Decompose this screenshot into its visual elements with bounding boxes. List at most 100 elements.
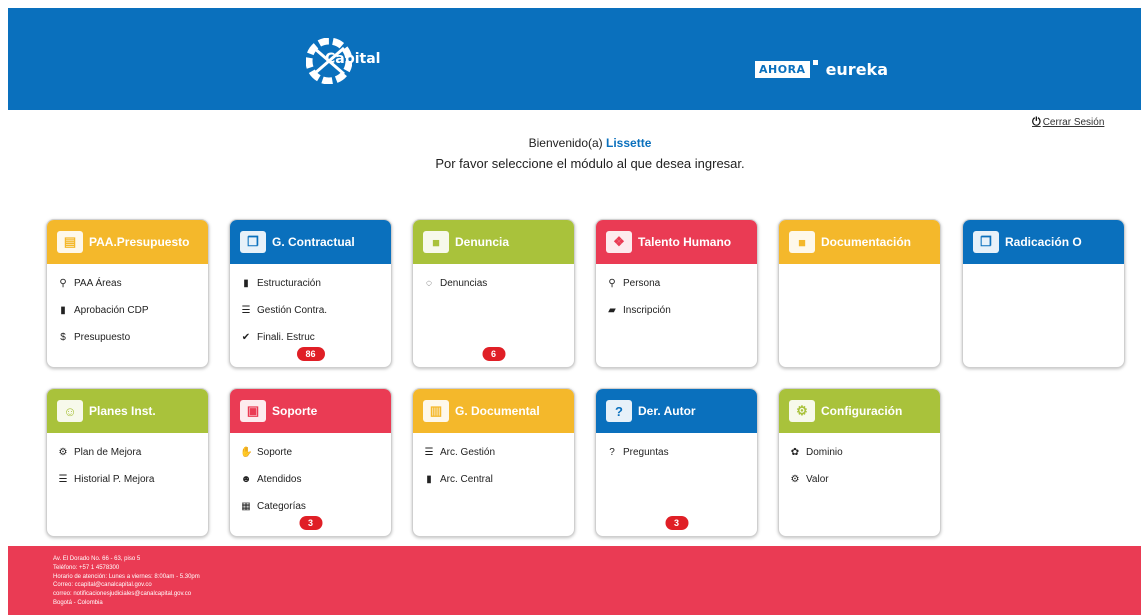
footer: Av. El Dorado No. 66 - 63, piso 5 Teléfo… (8, 546, 1141, 615)
people-icon: ☺ (57, 400, 83, 422)
question-bubble-icon: ? (606, 400, 632, 422)
module-card[interactable]: ■ Documentación (778, 219, 941, 368)
eureka-logo[interactable]: AHORA eureka (755, 60, 888, 79)
module-menu-item[interactable]: ✿ Dominio (789, 439, 930, 466)
list-icon: ☰ (241, 305, 251, 316)
module-card[interactable]: ⚙ Configuración ✿ Dominio ⚙ Valor (778, 388, 941, 537)
module-title: Soporte (272, 404, 318, 418)
module-card-body: ⚙ Plan de Mejora ☰ Historial P. Mejora (47, 433, 208, 499)
capital-logo[interactable]: Capital (305, 37, 380, 85)
module-menu-item[interactable]: ▰ Inscripción (606, 297, 747, 324)
module-card-header[interactable]: ■ Denuncia (413, 220, 574, 264)
module-card-body: ◌ Denuncias (413, 264, 574, 303)
module-menu-item[interactable]: ⚲ PAA Áreas (57, 270, 198, 297)
module-menu-item-label: PAA Áreas (74, 278, 122, 289)
module-menu-item[interactable]: $ Presupuesto (57, 324, 198, 351)
dollar-icon: $ (60, 332, 66, 343)
module-card-body (963, 264, 1124, 276)
notification-badge: 3 (298, 516, 323, 530)
module-menu-item[interactable]: ☰ Arc. Gestión (423, 439, 564, 466)
notification-badge: 6 (481, 347, 506, 361)
module-menu-item[interactable]: ▮ Aprobación CDP (57, 297, 198, 324)
top-banner: Capital AHORA eureka (8, 8, 1141, 110)
module-card-header[interactable]: ❐ Radicación O (963, 220, 1124, 264)
check-icon: ✔ (241, 332, 251, 343)
module-menu-item-label: Plan de Mejora (74, 447, 142, 458)
question-icon: ? (609, 447, 615, 458)
module-menu-item-label: Preguntas (623, 447, 669, 458)
module-card-header[interactable]: ❐ G. Contractual (230, 220, 391, 264)
grid-icon: ▦ (241, 501, 251, 512)
footer-line: Horario de atención: Lunes a viernes: 8:… (53, 573, 200, 580)
module-title: Der. Autor (638, 404, 696, 418)
module-menu-item-label: Denuncias (440, 278, 488, 289)
module-menu-item-label: Historial P. Mejora (74, 474, 155, 485)
module-menu-item[interactable]: ⚙ Valor (789, 466, 930, 493)
instructions-text: Por favor seleccione el módulo al que de… (435, 156, 745, 171)
module-menu-item[interactable]: ☰ Gestión Contra. (240, 297, 381, 324)
cogs-icon: ⚙ (58, 447, 68, 458)
module-title: Talento Humano (638, 235, 732, 249)
file-icon: ▮ (426, 474, 432, 485)
module-menu-item[interactable]: ▮ Arc. Central (423, 466, 564, 493)
comment-icon: ◌ (426, 278, 432, 289)
module-menu-item-label: Estructuración (257, 278, 321, 289)
documents-icon: ❐ (240, 231, 266, 253)
user-name: Lissette (606, 136, 652, 150)
module-title: G. Documental (455, 404, 540, 418)
module-card[interactable]: ▥ G. Documental ☰ Arc. Gestión ▮ Arc. Central (412, 388, 575, 537)
module-card-header[interactable]: ? Der. Autor (596, 389, 757, 433)
module-menu-item-label: Soporte (257, 447, 293, 458)
module-menu-item[interactable]: ⚙ Plan de Mejora (57, 439, 198, 466)
module-card[interactable]: ▣ Soporte ✋ Soporte ☻ Atendidos ▦ Categorías 3 (229, 388, 392, 537)
list-icon: ☰ (58, 474, 68, 485)
module-menu-item-label: Categorías (257, 501, 306, 512)
ahora-label: AHORA (755, 61, 810, 78)
module-card[interactable]: ❐ G. Contractual ▮ Estructuración ☰ Gestión C… (229, 219, 392, 368)
footer-line: Teléfono: +57 1 4578300 (53, 564, 120, 571)
folder-icon: ■ (789, 231, 815, 253)
module-menu-item-label: Persona (623, 278, 661, 289)
module-card-header[interactable]: ▥ G. Documental (413, 389, 574, 433)
folder-icon: ■ (423, 231, 449, 253)
module-card[interactable]: ? Der. Autor? Preguntas 3 (595, 388, 758, 537)
documents-icon: ❐ (973, 231, 999, 253)
module-menu-item[interactable]: ☻ Atendidos (240, 466, 381, 493)
module-card[interactable]: ❐ Radicación O (962, 219, 1125, 368)
module-menu-item-label: Inscripción (623, 305, 671, 316)
module-card[interactable]: ▤ PAA.Presupuesto ⚲ PAA Áreas ▮ Aprobación CD… (46, 219, 209, 368)
module-card-header[interactable]: ⚙ Configuración (779, 389, 940, 433)
module-card[interactable]: ❖ Talento Humano ⚲ Persona ▰ Inscripción (595, 219, 758, 368)
module-menu-item[interactable]: ☰ Historial P. Mejora (57, 466, 198, 493)
module-menu-item[interactable]: ? Preguntas (606, 439, 747, 466)
ahora-mark (812, 60, 818, 65)
monitor-chart-icon: ▤ (57, 231, 83, 253)
sitemap-icon: ⚲ (608, 278, 616, 289)
module-card[interactable]: ■ Denuncia ◌ Denuncias 6 (412, 219, 575, 368)
logout-link[interactable]: ⏻ Cerrar Sesión (1032, 116, 1104, 129)
module-card-header[interactable]: ❖ Talento Humano (596, 220, 757, 264)
handshake-icon: ✋ (240, 447, 253, 458)
footer-line: Av. El Dorado No. 66 - 63, piso 5 (53, 556, 141, 562)
capital-logo-text: Capital (325, 51, 381, 67)
module-menu-item[interactable]: ◌ Denuncias (423, 270, 564, 297)
module-card-body: ✿ Dominio ⚙ Valor (779, 433, 940, 499)
power-icon: ⏻ (1032, 116, 1041, 128)
module-title: G. Contractual (272, 235, 355, 249)
module-card[interactable]: ☺ Planes Inst. ⚙ Plan de Mejora ☰ Historial P… (46, 388, 209, 537)
module-card-body: ☰ Arc. Gestión ▮ Arc. Central (413, 433, 574, 499)
module-card-header[interactable]: ▣ Soporte (230, 389, 391, 433)
footer-line: correo: notificacionesjudiciales@canalca… (53, 591, 192, 598)
module-menu-item-label: Arc. Gestión (440, 447, 496, 458)
module-card-header[interactable]: ■ Documentación (779, 220, 940, 264)
module-card-header[interactable]: ☺ Planes Inst. (47, 389, 208, 433)
module-menu-item[interactable]: ⚲ Persona (606, 270, 747, 297)
module-card-header[interactable]: ▤ PAA.Presupuesto (47, 220, 208, 264)
file-icon: ▮ (60, 305, 66, 316)
module-card-body: ⚲ Persona ▰ Inscripción (596, 264, 757, 330)
module-menu-item[interactable]: ✋ Soporte (240, 439, 381, 466)
module-menu-item[interactable]: ▮ Estructuración (240, 270, 381, 297)
module-title: PAA.Presupuesto (89, 235, 190, 249)
module-menu-item-label: Presupuesto (74, 332, 131, 343)
notification-badge: 86 (296, 347, 325, 361)
